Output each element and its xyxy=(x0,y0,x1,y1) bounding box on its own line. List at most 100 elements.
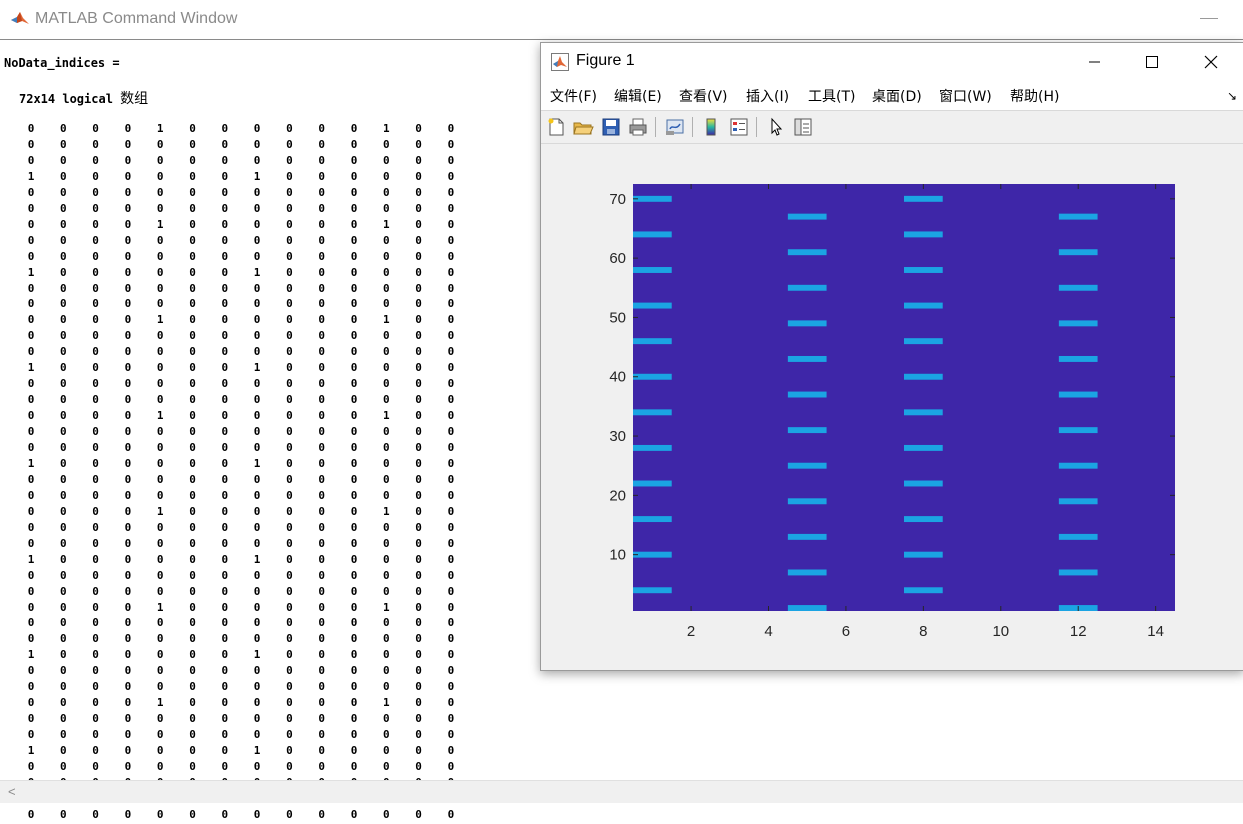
matrix-cell: 0 xyxy=(318,137,325,151)
matrix-cell: 0 xyxy=(286,153,293,167)
matrix-cell: 0 xyxy=(92,648,99,662)
matrix-cell: 0 xyxy=(447,153,455,167)
property-inspector-icon[interactable] xyxy=(792,116,814,138)
matrix-cell: 0 xyxy=(221,265,229,279)
matrix-cell: 0 xyxy=(124,664,132,678)
colorbar-icon[interactable] xyxy=(700,116,722,138)
matrix-cell: 0 xyxy=(286,472,293,486)
matrix-cell: 0 xyxy=(27,696,35,710)
link-plot-icon[interactable] xyxy=(664,116,686,138)
matrix-cell: 0 xyxy=(286,696,293,710)
matrix-cell: 1 xyxy=(27,169,35,183)
matrix-cell: 0 xyxy=(382,664,390,678)
heatmap-cell xyxy=(1058,213,1098,220)
figure-axes[interactable]: 2 4 6 8 10 12 14 10 20 30 40 50 60 70 xyxy=(541,143,1243,670)
matrix-cell: 0 xyxy=(447,201,455,215)
matrix-cell: 0 xyxy=(27,504,35,518)
matrix-cell: 0 xyxy=(286,313,293,327)
menu-help[interactable]: 帮助(H) xyxy=(1010,86,1059,106)
matrix-cell: 0 xyxy=(253,504,261,518)
matrix-cell: 0 xyxy=(286,441,293,454)
matrix-cell: 0 xyxy=(92,807,99,821)
matrix-cell: 0 xyxy=(447,297,455,311)
menu-tools[interactable]: 工具(T) xyxy=(808,86,855,106)
matrix-cell: 0 xyxy=(59,329,67,343)
menu-view[interactable]: 查看(V) xyxy=(679,86,728,106)
horizontal-scrollbar[interactable]: < xyxy=(0,780,1243,803)
matrix-cell: 0 xyxy=(286,409,293,423)
legend-icon[interactable] xyxy=(728,116,750,138)
matrix-cell: 0 xyxy=(156,393,164,407)
matrix-cell: 0 xyxy=(350,504,358,518)
menu-insert[interactable]: 插入(I) xyxy=(746,86,789,106)
print-icon[interactable] xyxy=(627,116,649,138)
matrix-cell: 0 xyxy=(382,712,390,726)
matrix-cell: 0 xyxy=(156,712,164,726)
matrix-cell: 0 xyxy=(350,807,358,821)
matrix-cell: 0 xyxy=(318,807,325,821)
scroll-left-icon[interactable]: < xyxy=(8,784,16,799)
matrix-cell: 0 xyxy=(318,345,325,359)
dock-figure-icon[interactable]: ↘ xyxy=(1227,89,1237,103)
open-file-icon[interactable] xyxy=(572,116,594,138)
matrix-cell: 0 xyxy=(253,807,261,821)
matrix-cell: 0 xyxy=(286,664,293,678)
figure-window[interactable]: Figure 1 文件(F) 编辑(E) 查看(V) 插入(I) 工具(T) 桌… xyxy=(540,42,1243,671)
matrix-cell: 0 xyxy=(92,536,99,550)
matrix-cell: 0 xyxy=(59,345,67,359)
matrix-cell: 0 xyxy=(92,760,99,773)
matrix-cell: 0 xyxy=(447,169,455,183)
matrix-cell: 0 xyxy=(447,329,455,343)
matrix-cell: 0 xyxy=(59,807,67,821)
new-figure-icon[interactable] xyxy=(545,116,567,138)
minimize-icon[interactable] xyxy=(1071,47,1117,77)
matrix-cell: 0 xyxy=(382,552,390,566)
heatmap-cell xyxy=(633,551,672,558)
matrix-cell: 0 xyxy=(253,185,261,199)
matrix-cell: 1 xyxy=(27,648,35,662)
matrix-cell: 0 xyxy=(447,584,455,598)
matrix-cell: 0 xyxy=(156,616,164,630)
matrix-cell: 0 xyxy=(415,169,422,183)
matrix-cell: 1 xyxy=(253,744,261,758)
matrix-cell: 0 xyxy=(447,760,455,773)
save-icon[interactable] xyxy=(600,116,622,138)
matrix-cell: 0 xyxy=(124,807,132,821)
matrix-cell: 0 xyxy=(253,728,261,742)
matrix-cell: 0 xyxy=(189,265,196,279)
heatmap-cell xyxy=(904,195,943,202)
maximize-icon[interactable] xyxy=(1129,47,1175,77)
matrix-cell: 0 xyxy=(27,807,35,821)
matrix-cell: 0 xyxy=(447,712,455,726)
matrix-cell: 0 xyxy=(447,536,455,550)
matrix-cell: 0 xyxy=(447,648,455,662)
matrix-cell: 0 xyxy=(124,137,132,151)
menu-edit[interactable]: 编辑(E) xyxy=(614,86,662,106)
menu-desktop[interactable]: 桌面(D) xyxy=(872,86,922,106)
edit-plot-arrow-icon[interactable] xyxy=(765,116,787,138)
matrix-cell: 0 xyxy=(221,456,229,470)
matrix-cell: 0 xyxy=(27,584,35,598)
matrix-cell: 0 xyxy=(350,233,358,247)
matrix-cell: 0 xyxy=(350,377,358,391)
matrix-cell: 0 xyxy=(27,425,35,439)
matrix-cell: 0 xyxy=(447,552,455,566)
matrix-cell: 0 xyxy=(382,233,390,247)
matrix-cell: 0 xyxy=(350,696,358,710)
matrix-cell: 0 xyxy=(27,201,35,215)
matrix-cell: 0 xyxy=(350,632,358,646)
matrix-cell: 0 xyxy=(92,185,99,199)
matrix-cell: 0 xyxy=(59,441,67,454)
matrix-cell: 0 xyxy=(286,345,293,359)
menu-window[interactable]: 窗口(W) xyxy=(939,86,992,106)
matrix-cell: 0 xyxy=(253,313,261,327)
matrix-cell: 1 xyxy=(27,744,35,758)
matrix-cell: 0 xyxy=(382,472,390,486)
heatmap-cell xyxy=(1058,284,1098,291)
y-tick-label: 30 xyxy=(609,428,626,445)
matrix-cell: 0 xyxy=(189,712,196,726)
close-icon[interactable] xyxy=(1187,47,1233,77)
minimize-icon[interactable] xyxy=(1200,18,1218,19)
menu-file[interactable]: 文件(F) xyxy=(550,86,597,106)
heatmap-cell xyxy=(787,462,827,469)
